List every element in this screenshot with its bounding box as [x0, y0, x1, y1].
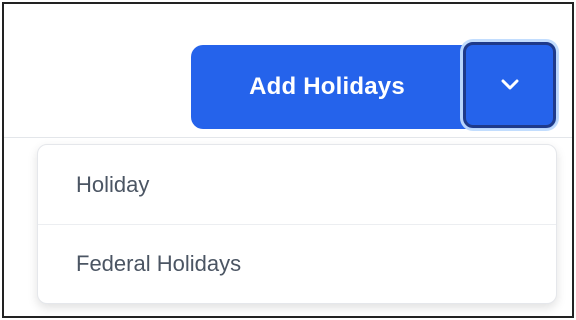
- add-holidays-button[interactable]: Add Holidays: [191, 45, 463, 129]
- header-divider: [4, 137, 572, 138]
- add-holidays-dropdown-menu: Holiday Federal Holidays: [37, 144, 557, 304]
- add-holidays-dropdown-toggle[interactable]: [463, 42, 556, 128]
- screenshot-frame: Add Holidays Holiday Federal Holidays: [2, 2, 574, 318]
- menu-item-federal-holidays[interactable]: Federal Holidays: [38, 224, 556, 303]
- add-holidays-split-button: Add Holidays: [191, 42, 558, 129]
- chevron-down-icon: [501, 79, 518, 90]
- menu-item-holiday[interactable]: Holiday: [38, 145, 556, 224]
